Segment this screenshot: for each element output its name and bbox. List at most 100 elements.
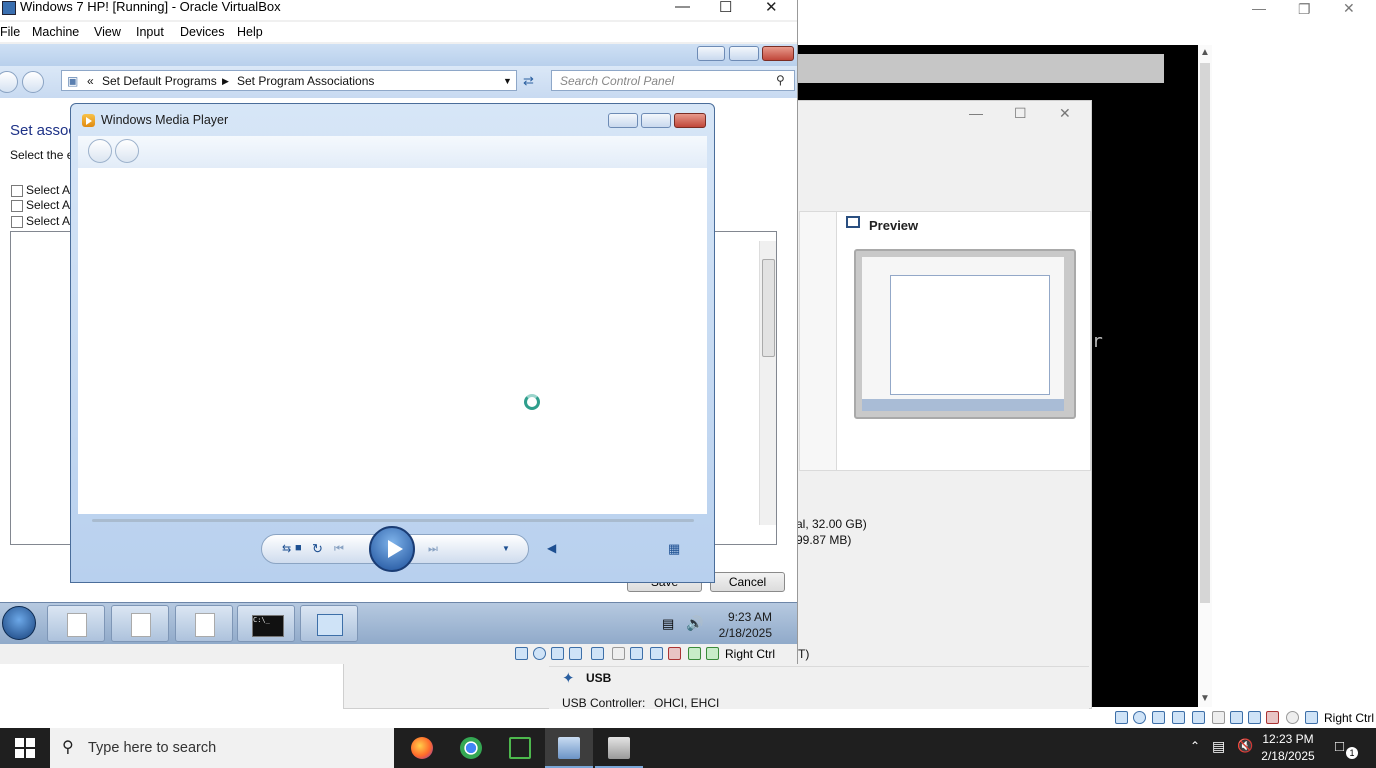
previous-icon[interactable]: ⏮	[334, 543, 344, 556]
windows-start-icon[interactable]	[15, 738, 35, 758]
cpu-icon[interactable]	[1286, 711, 1299, 724]
vm-maximize-button[interactable]: ☐	[719, 0, 732, 16]
action-center-icon[interactable]: □	[1335, 738, 1344, 755]
wmp-minimize-button[interactable]	[608, 113, 638, 128]
menu-devices[interactable]: Devices	[180, 25, 224, 39]
volume-muted-icon[interactable]: 🔇	[1237, 738, 1253, 754]
virtualbox-manager-icon	[608, 737, 630, 759]
host-clock[interactable]: 12:23 PM 2/18/2025	[1258, 731, 1318, 765]
mouse-integration-icon[interactable]	[1305, 711, 1318, 724]
cp-close-button[interactable]	[762, 46, 794, 61]
taskbar-button[interactable]	[111, 605, 169, 642]
network-icon[interactable]: ▤	[1212, 738, 1225, 755]
audio-icon[interactable]	[551, 647, 564, 660]
taskbar-button[interactable]	[175, 605, 233, 642]
breadcrumb-item[interactable]: Set Program Associations	[237, 74, 374, 88]
vbm-close-button[interactable]: ✕	[1059, 105, 1071, 122]
select-all-checkbox[interactable]	[11, 200, 23, 212]
play-button[interactable]	[369, 526, 415, 572]
switch-to-now-playing-icon[interactable]: ▦	[668, 541, 680, 557]
select-all-checkbox[interactable]	[11, 216, 23, 228]
firefox-taskbar-button[interactable]	[398, 728, 446, 768]
guest-clock[interactable]: 9:23 AM 2/18/2025	[712, 609, 772, 641]
list-scrollbar[interactable]	[759, 241, 776, 525]
taskbar-button[interactable]	[47, 605, 105, 642]
wmp-forward-button[interactable]	[115, 139, 139, 163]
mute-icon[interactable]: ◀	[547, 541, 556, 555]
breadcrumb-overflow-icon[interactable]: «	[87, 74, 94, 88]
cpu-icon[interactable]	[688, 647, 701, 660]
wmp-back-button[interactable]	[88, 139, 112, 163]
shuffle-icon[interactable]: ⇆	[282, 542, 291, 555]
mouse-integration-icon[interactable]	[706, 647, 719, 660]
optical-drive-icon[interactable]	[1133, 711, 1146, 724]
cp-minimize-button[interactable]	[697, 46, 725, 61]
scroll-down-icon[interactable]: ▼	[1198, 693, 1212, 704]
windows-start-orb-icon[interactable]	[2, 606, 36, 640]
breadcrumb-separator-icon[interactable]: ▶	[222, 76, 229, 87]
virtualbox-manager-taskbar-button[interactable]	[595, 728, 643, 768]
taskbar-button-control-panel[interactable]	[300, 605, 358, 642]
taskbar-button-cmd[interactable]: C:\_	[237, 605, 295, 642]
vbm-minimize-button[interactable]: —	[969, 105, 983, 121]
chrome-taskbar-button[interactable]	[447, 728, 495, 768]
app-taskbar-button[interactable]	[496, 728, 544, 768]
host-clock-time: 12:23 PM	[1262, 732, 1314, 746]
display-icon[interactable]	[1230, 711, 1243, 724]
usb-device-icon[interactable]	[591, 647, 604, 660]
host-restore-button[interactable]: ❐	[1298, 1, 1311, 18]
recording-icon[interactable]	[1266, 711, 1279, 724]
volume-icon[interactable]: 🔊	[686, 615, 703, 632]
stop-icon[interactable]: ■	[295, 542, 302, 554]
taskbar-search-box[interactable]: ⚲ Type here to search	[50, 728, 394, 768]
network-icon[interactable]: ▤	[662, 616, 674, 632]
address-bar[interactable]: ▣ « Set Default Programs ▶ Set Program A…	[61, 70, 517, 91]
video-capture-icon[interactable]	[650, 647, 663, 660]
repeat-icon[interactable]: ↻	[312, 541, 323, 557]
display-icon[interactable]	[630, 647, 643, 660]
network-adapter-icon[interactable]	[569, 647, 582, 660]
shared-folders-icon[interactable]	[612, 647, 625, 660]
vm-close-button[interactable]: ✕	[765, 0, 778, 16]
refresh-icon[interactable]: ⇄	[523, 73, 534, 89]
menu-input[interactable]: Input	[136, 25, 164, 39]
menu-view[interactable]: View	[94, 25, 121, 39]
search-control-panel-input[interactable]: Search Control Panel ⚲	[551, 70, 795, 91]
app-icon	[509, 737, 531, 759]
cp-restore-button[interactable]	[729, 46, 759, 61]
vm-minimize-button[interactable]: —	[675, 0, 690, 15]
audio-icon[interactable]	[1152, 711, 1165, 724]
menu-machine[interactable]: Machine	[32, 25, 79, 39]
chrome-icon	[460, 737, 482, 759]
optical-drive-icon[interactable]	[533, 647, 546, 660]
network-adapter-icon[interactable]	[1172, 711, 1185, 724]
host-minimize-button[interactable]: —	[1252, 0, 1266, 16]
wmp-close-button[interactable]	[674, 113, 706, 128]
hard-disk-icon[interactable]	[515, 647, 528, 660]
search-icon[interactable]: ⚲	[776, 73, 785, 87]
host-vertical-scrollbar[interactable]: ▲ ▼	[1198, 45, 1212, 707]
virtualbox-vm-taskbar-button[interactable]	[545, 728, 593, 768]
menu-file[interactable]: File	[0, 25, 20, 39]
address-dropdown-icon[interactable]: ▼	[503, 76, 512, 86]
wmp-maximize-button[interactable]	[641, 113, 671, 128]
next-icon[interactable]: ⏭	[428, 543, 438, 556]
list-scroll-thumb[interactable]	[762, 259, 775, 357]
volume-dropdown-icon[interactable]: ▼	[502, 544, 510, 553]
recording-icon[interactable]	[668, 647, 681, 660]
breadcrumb-item[interactable]: Set Default Programs	[102, 74, 217, 88]
show-hidden-icons-icon[interactable]: ⌃	[1190, 739, 1200, 753]
hard-disk-icon[interactable]	[1115, 711, 1128, 724]
usb-device-icon[interactable]	[1192, 711, 1205, 724]
video-capture-icon[interactable]	[1248, 711, 1261, 724]
seek-bar[interactable]	[92, 519, 694, 522]
scroll-thumb[interactable]	[1200, 63, 1210, 603]
menu-help[interactable]: Help	[237, 25, 263, 39]
scroll-up-icon[interactable]: ▲	[1198, 47, 1212, 58]
forward-button[interactable]	[22, 71, 44, 93]
select-all-checkbox[interactable]	[11, 185, 23, 197]
cancel-button[interactable]: Cancel	[710, 572, 785, 592]
host-close-button[interactable]: ✕	[1343, 0, 1355, 17]
shared-folders-icon[interactable]	[1212, 711, 1225, 724]
vbm-maximize-button[interactable]: ☐	[1014, 105, 1027, 122]
